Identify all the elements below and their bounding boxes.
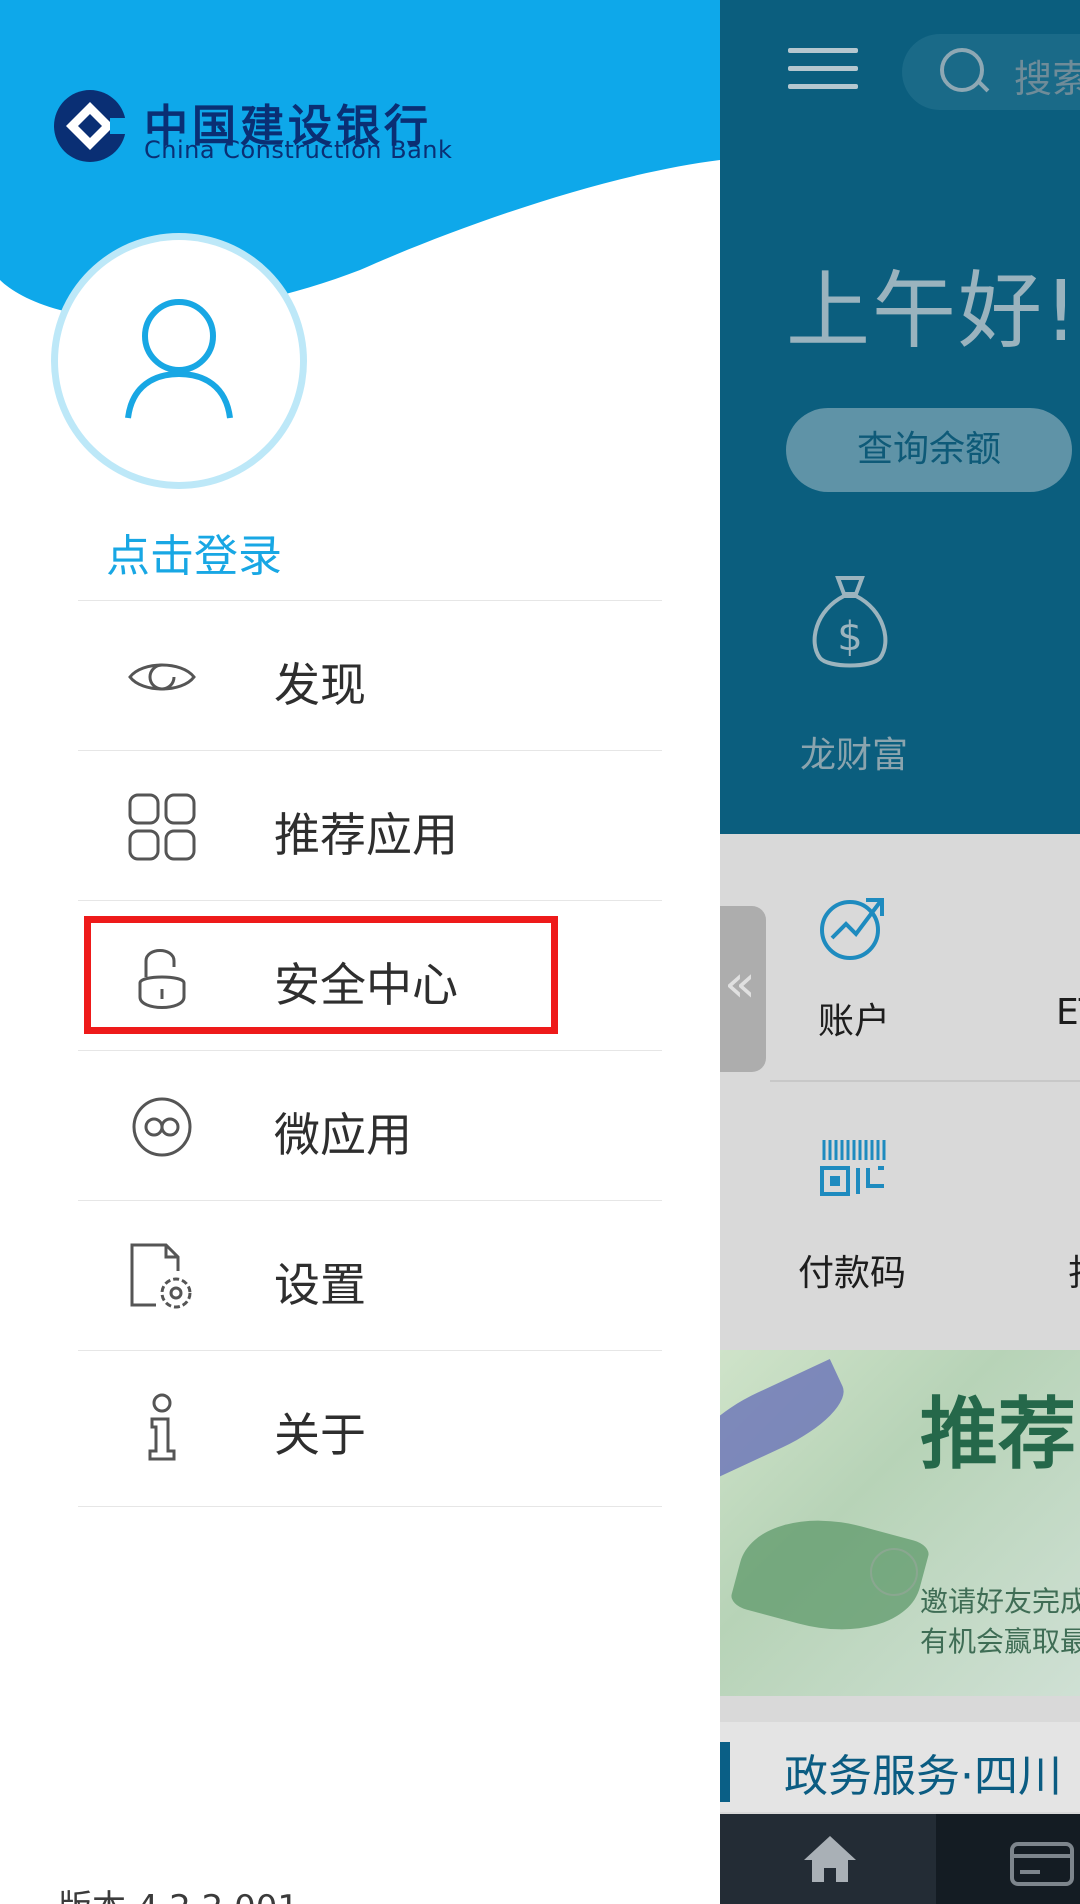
menu-item-settings[interactable]: 设置 (78, 1200, 662, 1351)
menu-item-about[interactable]: 关于 (78, 1350, 662, 1501)
bg-et-label[interactable]: ET (1056, 992, 1080, 1033)
menu-item-micro-apps[interactable]: 微应用 (78, 1050, 662, 1201)
gov-service-title: 政务服务·四川 (784, 1751, 1062, 1802)
bg-partial-label[interactable]: 扫 (1068, 1244, 1080, 1296)
money-bag-icon[interactable]: $ (808, 572, 892, 672)
user-icon (125, 299, 233, 419)
link-icon (132, 1097, 192, 1157)
bg-greeting: 上午好! (786, 262, 1080, 360)
avatar[interactable] (58, 240, 300, 482)
version-text: 版本 4.2.2.001 (58, 1880, 299, 1904)
bg-search-bar[interactable]: 搜索 (902, 34, 1080, 110)
menu-label-discover: 发现 (274, 658, 366, 712)
bg-account-label[interactable]: 账户 (818, 992, 890, 1044)
menu-item-recommended-apps[interactable]: 推荐应用 (78, 750, 662, 901)
menu-label-micro-apps: 微应用 (274, 1108, 412, 1162)
ccb-logo-icon (54, 90, 128, 162)
bg-header: 搜索 上午好! 查询余额 $ 龙财富 (720, 0, 1080, 834)
menu-divider (78, 1506, 662, 1507)
bg-search-placeholder: 搜索 (1014, 57, 1080, 101)
background-app: 搜索 上午好! 查询余额 $ 龙财富 « 账户 ET 付款码 扫 推荐 邀 (720, 0, 1080, 1904)
menu-label-about: 关于 (274, 1408, 366, 1462)
double-chevron-left-icon: « (724, 954, 756, 1014)
highlight-box (84, 916, 558, 1034)
promo-banner[interactable]: 推荐 邀请好友完成 有机会赢取最 (720, 1350, 1080, 1696)
apps-grid-icon (128, 793, 196, 861)
account-chart-icon[interactable] (818, 890, 890, 962)
paycode-icon[interactable] (818, 1136, 890, 1208)
search-icon (940, 48, 984, 92)
drawer-close-handle[interactable]: « (720, 906, 766, 1072)
card-icon[interactable] (1010, 1842, 1074, 1886)
settings-document-icon (130, 1243, 192, 1309)
info-icon (148, 1393, 176, 1461)
login-link[interactable]: 点击登录 (106, 520, 282, 584)
check-balance-button[interactable]: 查询余额 (786, 408, 1072, 492)
banner-title: 推荐 (920, 1390, 1077, 1480)
side-drawer: 中国建设银行 China Construction Bank 点击登录 发现 推… (0, 0, 720, 1904)
bg-divider (770, 1080, 1080, 1082)
menu-item-discover[interactable]: 发现 (78, 600, 662, 751)
bg-wealth-label[interactable]: 龙财富 (800, 726, 908, 778)
hamburger-icon[interactable] (788, 48, 858, 90)
svg-text:$: $ (837, 614, 862, 660)
banner-text-1: 邀请好友完成 (920, 1585, 1080, 1618)
eye-icon (128, 663, 196, 691)
menu-label-recommended-apps: 推荐应用 (274, 808, 458, 862)
home-icon[interactable] (802, 1834, 858, 1884)
logo-text-en: China Construction Bank (144, 136, 453, 164)
bg-paycode-label[interactable]: 付款码 (798, 1244, 906, 1296)
bottom-nav (720, 1814, 1080, 1904)
gov-service-section[interactable]: 政务服务·四川 (720, 1722, 1080, 1812)
banner-text-2: 有机会赢取最 (920, 1625, 1080, 1658)
menu-label-settings: 设置 (274, 1258, 366, 1312)
